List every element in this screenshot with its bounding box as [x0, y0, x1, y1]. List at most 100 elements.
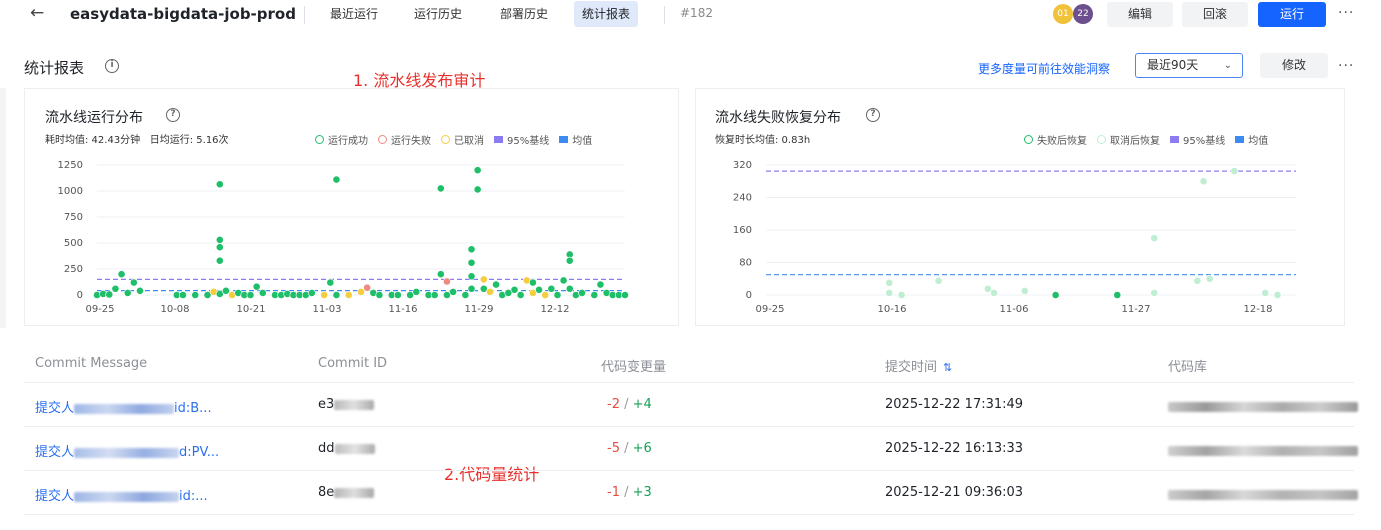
time-range-select[interactable]: 最近90天 ⌄ [1135, 53, 1243, 78]
data-point [332, 175, 341, 184]
repository[interactable] [1168, 399, 1358, 414]
more-icon[interactable]: ··· [1338, 5, 1354, 21]
section-title: 统计报表 [24, 59, 85, 77]
mean-duration: 耗时均值: 42.43分钟 [45, 135, 141, 146]
data-point [215, 256, 224, 265]
more-icon[interactable]: ··· [1338, 58, 1354, 74]
data-point [559, 276, 568, 285]
redacted-text [1168, 401, 1358, 412]
tab-recent-runs[interactable]: 最近运行 [322, 1, 386, 27]
chart-legend: 失败后恢复 取消后恢复 95%基线 均值 [1024, 132, 1268, 147]
daily-runs: 日均运行: 5.16次 [149, 135, 229, 146]
data-point [492, 280, 500, 289]
run-distribution-panel: 流水线运行分布 ? 耗时均值: 42.43分钟 日均运行: 5.16次 运行成功… [24, 88, 679, 326]
redacted-text [334, 487, 375, 498]
run-number: #182 [680, 6, 713, 20]
data-point [111, 284, 120, 293]
recovery-scatter-chart[interactable]: 0 80 160 240 320 09-25 10-16 11-06 11-27 12-18 [696, 149, 1346, 319]
avatar[interactable]: 22 [1073, 4, 1093, 24]
chevron-down-icon: ⌄ [1223, 60, 1232, 71]
legend-item[interactable]: 运行成功 [315, 132, 368, 147]
col-submit-time[interactable]: 提交时间 ⇅ [885, 356, 952, 375]
col-code-change: 代码变更量 [601, 360, 667, 375]
redacted-text [334, 399, 375, 410]
x-tick-label: 10-08 [160, 304, 189, 315]
data-point [535, 285, 543, 294]
info-icon[interactable]: i [105, 59, 119, 73]
data-point [486, 287, 494, 296]
legend-item[interactable]: 95%基线 [494, 132, 549, 147]
panel-shadow [0, 88, 6, 328]
data-point [578, 289, 586, 297]
data-point [436, 184, 445, 193]
data-point [136, 286, 144, 295]
data-point [1051, 291, 1060, 299]
modify-button[interactable]: 修改 [1260, 53, 1328, 78]
data-point [375, 291, 384, 299]
chart-subtitle: 耗时均值: 42.43分钟 日均运行: 5.16次 [45, 131, 229, 146]
tab-deploy-history[interactable]: 部署历史 [492, 1, 556, 27]
commit-message-link[interactable]: 提交人 id:B... [35, 397, 212, 416]
legend-item[interactable]: 均值 [559, 132, 592, 147]
data-point [565, 256, 574, 265]
redacted-text [1168, 489, 1358, 500]
run-button[interactable]: 运行 [1258, 2, 1326, 27]
repository[interactable] [1168, 487, 1358, 502]
info-icon[interactable]: ? [166, 108, 180, 122]
sort-icon[interactable]: ⇅ [943, 361, 952, 374]
redacted-text [334, 443, 375, 454]
data-point [129, 278, 138, 287]
tab-run-history[interactable]: 运行历史 [406, 1, 470, 27]
data-point [934, 276, 943, 285]
y-tick-label: 160 [733, 225, 752, 236]
legend-item[interactable]: 取消后恢复 [1097, 132, 1160, 147]
rollback-button[interactable]: 回滚 [1182, 2, 1248, 27]
edit-button[interactable]: 编辑 [1107, 2, 1173, 27]
legend-item[interactable]: 均值 [1235, 132, 1268, 147]
commit-id: 8e [318, 485, 375, 500]
y-tick-label: 0 [77, 290, 83, 301]
data-point [258, 289, 267, 297]
run-scatter-chart[interactable]: 0 250 500 750 1000 1250 09-25 10-08 10-21 11-03 11… [25, 149, 680, 319]
data-point [393, 291, 402, 299]
data-point [105, 290, 114, 299]
legend-item[interactable]: 运行失败 [378, 132, 431, 147]
x-tick-label: 11-29 [464, 304, 493, 315]
legend-item[interactable]: 已取消 [441, 132, 484, 147]
efficiency-insight-link[interactable]: 更多度量可前往效能洞察 [978, 60, 1110, 77]
data-point [541, 291, 550, 299]
repository[interactable] [1168, 443, 1358, 458]
commit-id: e3 [318, 397, 375, 412]
data-point [412, 287, 421, 296]
time-range-value: 最近90天 [1147, 58, 1199, 72]
info-icon[interactable]: ? [866, 108, 880, 122]
commit-message-link[interactable]: 提交人 id:... [35, 485, 208, 504]
y-tick-label: 320 [733, 160, 752, 171]
x-tick-label: 12-18 [1243, 304, 1272, 315]
data-point [1193, 276, 1202, 285]
col-commit-message: Commit Message [35, 356, 148, 371]
commit-message-link[interactable]: 提交人 d:PV... [35, 441, 219, 460]
legend-item[interactable]: 95%基线 [1170, 132, 1225, 147]
table-header [24, 343, 1354, 383]
data-point [307, 289, 316, 297]
data-point [473, 185, 482, 194]
data-point [332, 291, 341, 299]
data-point [479, 275, 488, 284]
data-point [885, 289, 894, 297]
data-point [553, 291, 562, 299]
data-point [990, 289, 998, 297]
avatar[interactable]: 01 [1053, 4, 1073, 24]
x-tick-label: 11-03 [312, 304, 341, 315]
legend-item[interactable]: 失败后恢复 [1024, 132, 1087, 147]
arrow-left-icon[interactable]: ← [30, 3, 44, 23]
data-point [565, 284, 574, 293]
tab-statistics[interactable]: 统计报表 [574, 1, 639, 27]
y-tick-label: 80 [739, 258, 752, 269]
divider [664, 6, 665, 24]
data-point [1150, 234, 1159, 243]
data-point [897, 291, 906, 299]
col-commit-id: Commit ID [318, 356, 388, 371]
data-point [1020, 287, 1029, 295]
redacted-text [74, 447, 180, 458]
